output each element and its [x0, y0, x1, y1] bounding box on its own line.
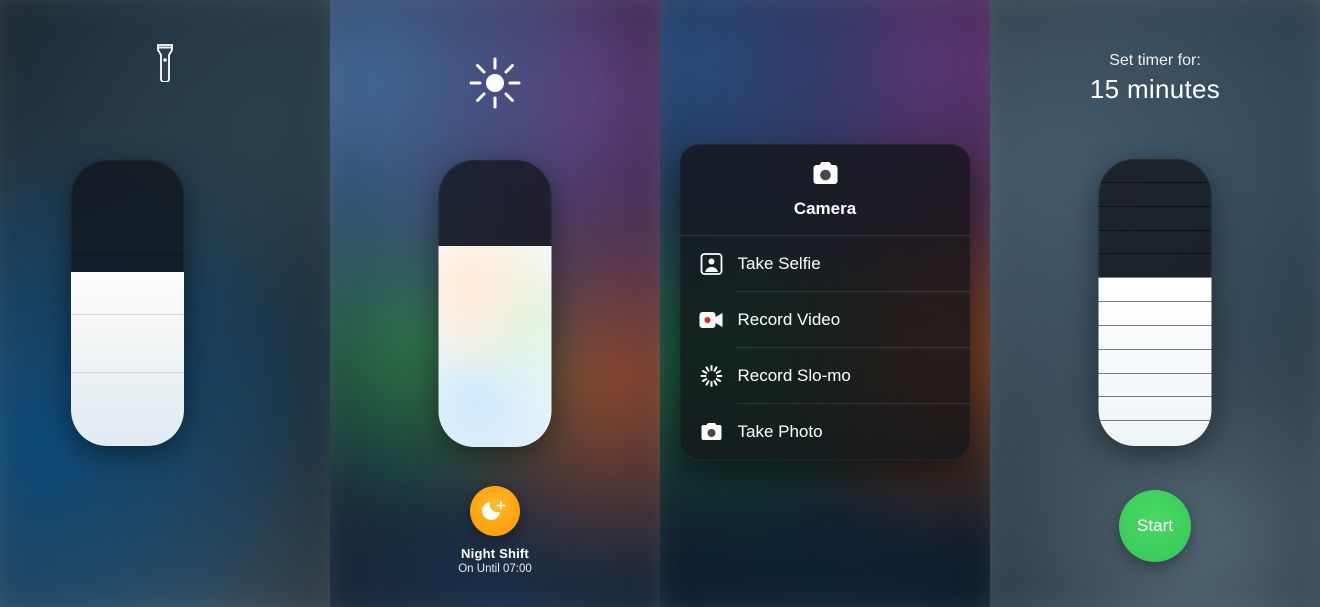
timer-start-label: Start	[1137, 516, 1173, 536]
camera-icon	[698, 422, 726, 442]
menu-item-label: Take Photo	[738, 422, 823, 442]
night-shift-icon	[482, 498, 508, 524]
camera-menu: Camera Take Selfie Record Video	[680, 144, 971, 460]
panel-timer: Set timer for: 15 minutes Start	[990, 0, 1320, 607]
night-shift-subtitle: On Until 07:00	[385, 563, 605, 575]
menu-item-take-photo[interactable]: Take Photo	[738, 404, 971, 460]
menu-item-label: Record Slo-mo	[738, 366, 851, 386]
video-icon	[698, 312, 726, 328]
sun-icon	[468, 56, 522, 110]
menu-item-record-video[interactable]: Record Video	[738, 292, 971, 348]
flashlight-icon	[154, 44, 176, 82]
camera-menu-header: Camera	[680, 144, 971, 236]
timer-value: 15 minutes	[1025, 74, 1285, 105]
brightness-slider-fill	[439, 246, 552, 447]
menu-item-label: Take Selfie	[738, 254, 821, 274]
panel-brightness: Night Shift On Until 07:00	[330, 0, 660, 607]
camera-icon	[810, 162, 840, 186]
timer-start-button[interactable]: Start	[1119, 490, 1191, 562]
timer-heading: Set timer for: 15 minutes	[1025, 52, 1285, 105]
brightness-slider[interactable]	[439, 160, 552, 447]
menu-item-take-selfie[interactable]: Take Selfie	[738, 236, 971, 292]
night-shift-button[interactable]	[470, 486, 520, 536]
camera-menu-title: Camera	[680, 199, 971, 219]
night-shift-group: Night Shift On Until 07:00	[385, 486, 605, 575]
menu-item-record-slomo[interactable]: Record Slo-mo	[738, 348, 971, 404]
slomo-icon	[698, 364, 726, 388]
menu-item-label: Record Video	[738, 310, 841, 330]
flashlight-slider[interactable]	[71, 160, 184, 446]
timer-slider-fill	[1099, 277, 1212, 446]
timer-slider[interactable]	[1099, 159, 1212, 446]
timer-prompt: Set timer for:	[1025, 52, 1285, 70]
flashlight-slider-fill	[71, 272, 184, 446]
selfie-icon	[698, 253, 726, 275]
panel-flashlight	[0, 0, 330, 607]
panel-camera-menu: Camera Take Selfie Record Video	[660, 0, 990, 607]
night-shift-title: Night Shift	[385, 546, 605, 561]
